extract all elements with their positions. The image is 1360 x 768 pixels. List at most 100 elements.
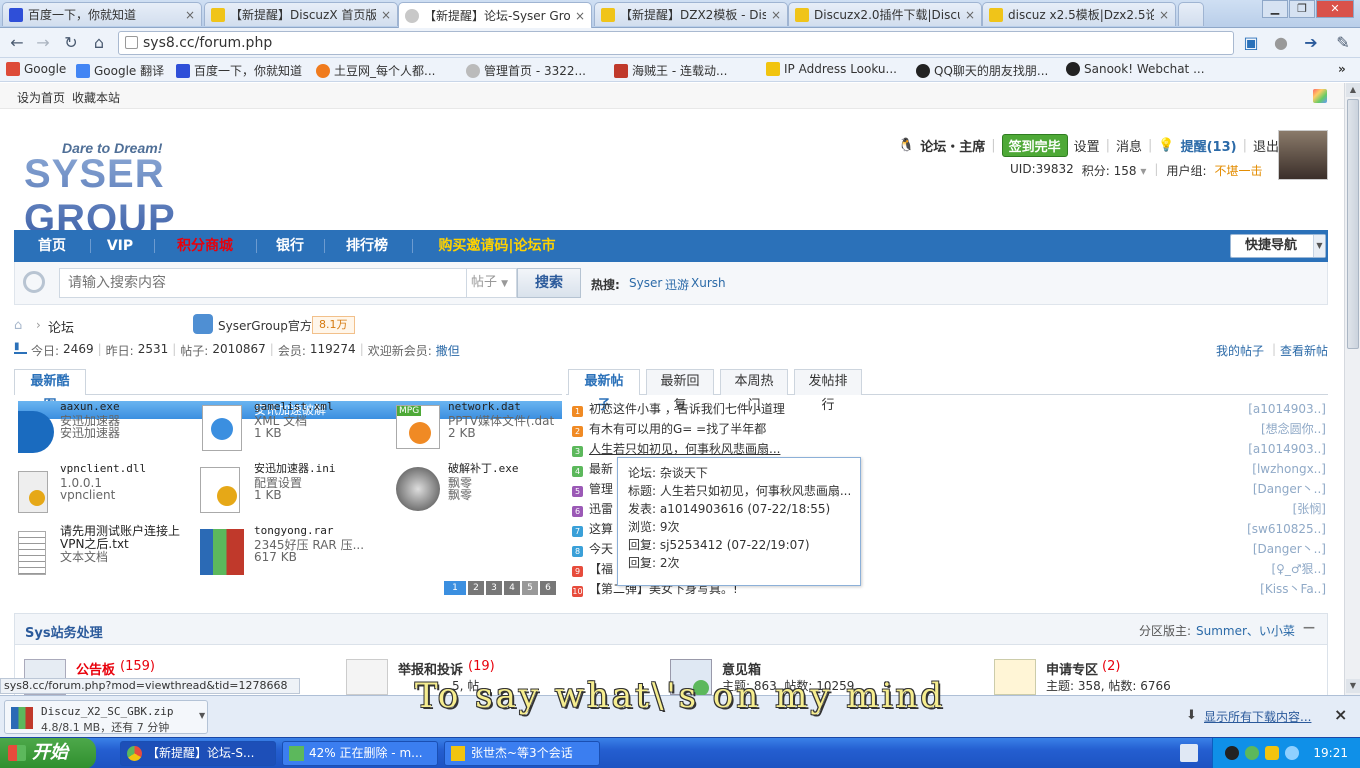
list-item[interactable]: 1 初恋这件小事 ，告诉我们七件小道理 [a1014903..]: [572, 399, 1326, 419]
collapse-icon[interactable]: —: [1303, 620, 1315, 634]
hot-term-xunyou[interactable]: 迅游: [665, 276, 689, 293]
close-icon[interactable]: ×: [1159, 8, 1169, 22]
post-title[interactable]: 有木有可以用的G= =找了半年都: [589, 422, 766, 436]
breadcrumb[interactable]: 论坛: [48, 317, 74, 336]
post-author[interactable]: [♀_♂狠..]: [1271, 559, 1326, 579]
gallery-screenshot[interactable]: 安讯加速破解 aaxun.exe 安迅加速器 安迅加速器 gamelist.xm…: [18, 401, 562, 599]
nav-home[interactable]: 首页: [22, 230, 82, 262]
new-tab-button[interactable]: [1178, 2, 1204, 26]
desktop-icon[interactable]: [1180, 744, 1198, 762]
post-author[interactable]: [Kiss丶Fa..]: [1260, 579, 1326, 599]
post-title[interactable]: 人生若只如初见，何事秋风悲画扇...: [589, 442, 780, 456]
reminders-link[interactable]: 提醒(13): [1181, 136, 1237, 155]
page-menu-icon[interactable]: ➔: [1300, 33, 1322, 53]
taskbar-item-delete[interactable]: 42% 正在删除 - m...: [282, 741, 438, 766]
search-button[interactable]: 搜索: [517, 268, 581, 298]
bookmark-baidu[interactable]: 百度一下，你就知道: [176, 62, 302, 79]
taskbar-item-chat[interactable]: 张世杰~等3个会话: [444, 741, 600, 766]
close-icon[interactable]: ×: [381, 8, 391, 22]
credits-menu[interactable]: 积分: 158 ▾: [1082, 162, 1147, 179]
wrench-icon[interactable]: ✎: [1332, 33, 1354, 53]
hot-term-syser[interactable]: Syser: [629, 276, 662, 290]
quick-nav-button[interactable]: 快捷导航 ▼: [1230, 234, 1326, 258]
nav-rankings[interactable]: 排行榜: [330, 230, 404, 262]
my-posts-link[interactable]: 我的帖子: [1216, 342, 1264, 359]
post-title[interactable]: 最新: [589, 462, 613, 476]
post-author[interactable]: [a1014903..]: [1248, 439, 1326, 459]
extension-icon[interactable]: ▣: [1240, 33, 1262, 53]
tab-dzx2[interactable]: 【新提醒】DZX2模板 - Dis... ×: [594, 2, 788, 26]
forward-icon[interactable]: →: [32, 33, 54, 53]
tab-baidu[interactable]: 百度一下，你就知道 ×: [2, 2, 202, 26]
post-title[interactable]: 初恋这件小事 ，告诉我们七件小道理: [589, 402, 785, 416]
messages-link[interactable]: 消息: [1116, 136, 1142, 155]
theme-icon[interactable]: [1313, 89, 1327, 103]
start-button[interactable]: 开始: [0, 738, 96, 768]
bookmark-tudou[interactable]: 土豆网_每个人都...: [316, 62, 435, 79]
bookmark-google-translate[interactable]: Google 翻译: [76, 62, 164, 79]
globe-icon[interactable]: ●: [1270, 33, 1292, 53]
maximize-button[interactable]: ❐: [1289, 0, 1315, 18]
nav-credit-shop[interactable]: 积分商城: [160, 230, 250, 262]
taskbar-item-chrome[interactable]: 【新提醒】论坛-S...: [120, 741, 276, 766]
avatar[interactable]: [1278, 130, 1328, 180]
forum-home-link[interactable]: 论坛・主席: [920, 136, 985, 155]
home-icon[interactable]: ⌂: [88, 33, 110, 53]
clock[interactable]: 19:21: [1313, 746, 1348, 760]
list-item[interactable]: 2 有木有可以用的G= =找了半年都 [想念圆你..]: [572, 419, 1326, 439]
network-tray-icon[interactable]: [1245, 746, 1259, 760]
page-button[interactable]: 6: [540, 581, 556, 595]
page-button[interactable]: 3: [486, 581, 502, 595]
bookmark-ip-lookup[interactable]: IP Address Looku...: [766, 62, 897, 76]
post-author[interactable]: [Danger丶..]: [1253, 479, 1326, 499]
section-title[interactable]: Sys站务处理: [25, 622, 103, 641]
bookmark-google[interactable]: Google: [6, 62, 66, 76]
official-account-link[interactable]: SyserGroup官方: [218, 317, 312, 334]
search-type-select[interactable]: 帖子 ▼: [467, 268, 517, 298]
back-icon[interactable]: ←: [6, 33, 28, 53]
address-bar[interactable]: sys8.cc/forum.php: [118, 31, 1234, 55]
search-input[interactable]: [59, 268, 467, 298]
post-title[interactable]: 今天: [589, 542, 613, 556]
reload-icon[interactable]: ↻: [60, 33, 82, 53]
close-window-button[interactable]: ✕: [1316, 0, 1354, 18]
tab-post-ranking[interactable]: 发帖排行: [794, 369, 862, 413]
post-author[interactable]: [张悯]: [1293, 499, 1326, 519]
page-button[interactable]: 4: [504, 581, 520, 595]
page-button[interactable]: 2: [468, 581, 484, 595]
set-homepage-link[interactable]: 设为首页: [17, 89, 65, 106]
post-author[interactable]: [Danger丶..]: [1253, 539, 1326, 559]
shield-tray-icon[interactable]: [1265, 746, 1279, 760]
post-author[interactable]: [想念圆你..]: [1261, 419, 1326, 439]
tab-discuz25[interactable]: discuz x2.5模板|Dzx2.5论... ×: [982, 2, 1176, 26]
bookmarks-overflow-icon[interactable]: »: [1338, 62, 1346, 76]
bookmark-onepiece[interactable]: 海贼王 - 连载动...: [614, 62, 727, 79]
post-author[interactable]: [a1014903..]: [1248, 399, 1326, 419]
tab-weekly-hot[interactable]: 本周热门: [720, 369, 788, 413]
logout-link[interactable]: 退出: [1253, 136, 1279, 155]
nav-buy-invite[interactable]: 购买邀请码|论坛市: [422, 230, 572, 262]
signin-button[interactable]: 签到完毕: [1001, 134, 1068, 157]
tab-discuz-plugins[interactable]: Discuzx2.0插件下载|Discu... ×: [788, 2, 982, 26]
post-title[interactable]: 迅雷: [589, 502, 613, 516]
post-author[interactable]: [lwzhongx..]: [1252, 459, 1326, 479]
qq-tray-icon[interactable]: [1225, 746, 1239, 760]
site-logo[interactable]: Dare to Dream! SYSER GROUP: [24, 138, 314, 241]
page-button[interactable]: 1: [444, 581, 466, 595]
bookmark-qq[interactable]: QQ聊天的朋友找朋...: [916, 62, 1048, 79]
page-button[interactable]: 5: [522, 581, 538, 595]
close-icon[interactable]: ×: [965, 8, 975, 22]
list-item[interactable]: 3 人生若只如初见，何事秋风悲画扇... [a1014903..]: [572, 439, 1326, 459]
post-title[interactable]: 这算: [589, 522, 613, 536]
scroll-thumb[interactable]: [1347, 99, 1359, 349]
minimize-button[interactable]: ▁: [1262, 0, 1288, 18]
nav-bank[interactable]: 银行: [262, 230, 318, 262]
tab-latest-replies[interactable]: 最新回复: [646, 369, 714, 413]
usergroup-value[interactable]: 不堪一击: [1215, 162, 1263, 179]
volume-tray-icon[interactable]: [1285, 746, 1299, 760]
scroll-up-icon[interactable]: ▲: [1346, 83, 1360, 97]
nav-vip[interactable]: VIP: [94, 230, 146, 262]
post-title[interactable]: 管理: [589, 482, 613, 496]
bookmark-site-link[interactable]: 收藏本站: [72, 89, 120, 106]
settings-link[interactable]: 设置: [1074, 136, 1100, 155]
